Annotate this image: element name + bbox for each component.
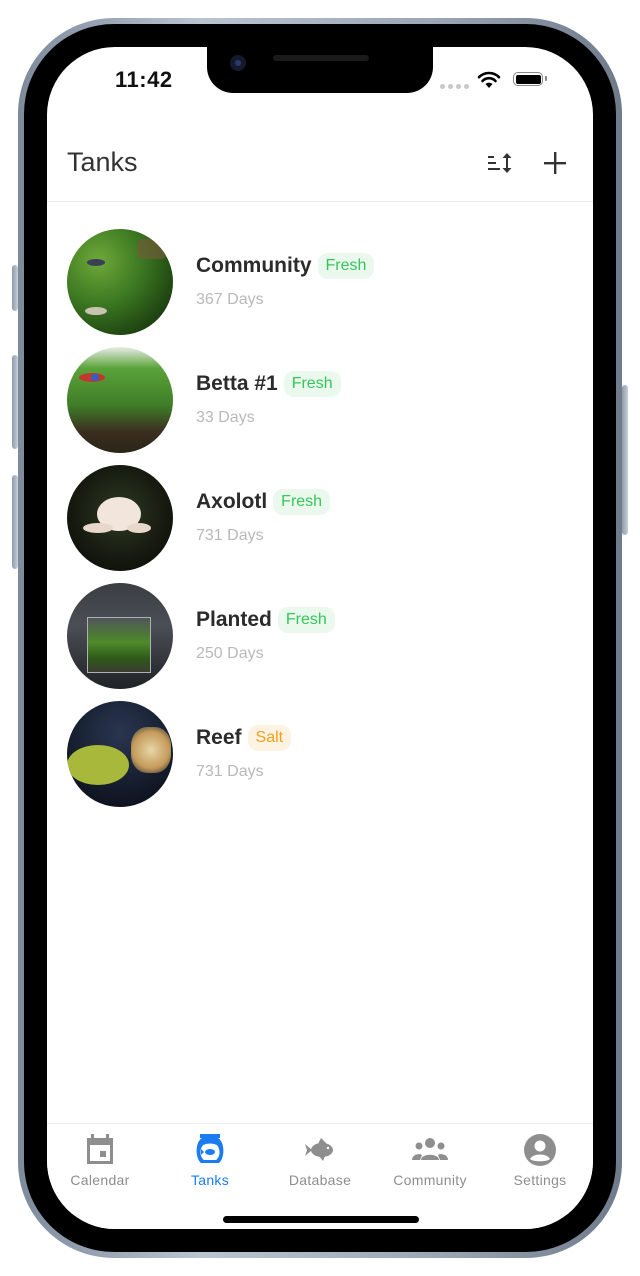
screen: 11:42 Tanks Community Fresh 367 Days Bet… — [47, 47, 593, 1229]
sort-icon — [488, 153, 512, 173]
battery-icon — [513, 72, 547, 86]
tab-bar: Calendar Tanks Database Community Settin… — [47, 1123, 593, 1229]
tab-database[interactable]: Database — [265, 1132, 375, 1188]
tank-thumbnail — [67, 583, 173, 689]
cellular-signal-icon — [440, 84, 469, 89]
tank-name: Axolotl — [196, 490, 268, 513]
tab-label: Community — [393, 1172, 467, 1188]
home-indicator[interactable] — [223, 1216, 419, 1223]
tank-thumbnail — [67, 701, 173, 807]
tab-label: Database — [288, 1172, 352, 1188]
tank-age: 33 Days — [196, 409, 255, 426]
tank-thumbnail — [67, 229, 173, 335]
fish-icon — [305, 1138, 333, 1161]
tank-age: 731 Days — [196, 763, 264, 780]
tank-age: 731 Days — [196, 527, 264, 544]
tank-row[interactable]: Betta #1 Fresh 33 Days — [47, 341, 593, 459]
tank-thumbnail — [67, 465, 173, 571]
tank-name: Reef — [196, 726, 242, 749]
power-button — [622, 385, 628, 535]
water-type-badge: Fresh — [277, 607, 335, 633]
front-camera — [230, 55, 246, 71]
page-title: Tanks — [67, 147, 138, 177]
volume-down-button — [12, 475, 18, 569]
tank-name: Betta #1 — [196, 372, 278, 395]
tab-settings[interactable]: Settings — [485, 1132, 593, 1188]
tank-age: 250 Days — [196, 645, 264, 662]
water-type-badge: Fresh — [317, 253, 375, 279]
tank-thumbnail — [67, 347, 173, 453]
tab-calendar[interactable]: Calendar — [47, 1132, 155, 1188]
header: Tanks — [47, 137, 593, 202]
status-time: 11:42 — [115, 67, 173, 92]
tank-name: Community — [196, 254, 312, 277]
add-tank-button[interactable] — [539, 147, 571, 179]
water-type-badge: Fresh — [283, 371, 341, 397]
tab-community[interactable]: Community — [375, 1132, 485, 1188]
tab-label: Tanks — [190, 1172, 230, 1188]
fishbowl-icon — [196, 1134, 224, 1163]
tank-row[interactable]: Planted Fresh 250 Days — [47, 577, 593, 695]
tank-row[interactable]: Community Fresh 367 Days — [47, 223, 593, 341]
tank-name: Planted — [196, 608, 272, 631]
people-icon — [412, 1138, 448, 1160]
tab-label: Settings — [513, 1172, 567, 1188]
tank-row[interactable]: Axolotl Fresh 731 Days — [47, 459, 593, 577]
tab-label: Calendar — [70, 1172, 130, 1188]
tank-row[interactable]: Reef Salt 731 Days — [47, 695, 593, 813]
wifi-icon — [477, 71, 501, 88]
water-type-badge: Salt — [247, 725, 292, 751]
tab-tanks[interactable]: Tanks — [155, 1132, 265, 1188]
sort-button[interactable] — [485, 147, 517, 179]
calendar-icon — [87, 1134, 113, 1164]
tank-list: Community Fresh 367 Days Betta #1 Fresh … — [47, 223, 593, 813]
tank-age: 367 Days — [196, 291, 264, 308]
account-circle-icon — [524, 1134, 556, 1166]
plus-icon — [544, 152, 566, 174]
volume-up-button — [12, 355, 18, 449]
mute-switch — [12, 265, 18, 311]
water-type-badge: Fresh — [273, 489, 331, 515]
